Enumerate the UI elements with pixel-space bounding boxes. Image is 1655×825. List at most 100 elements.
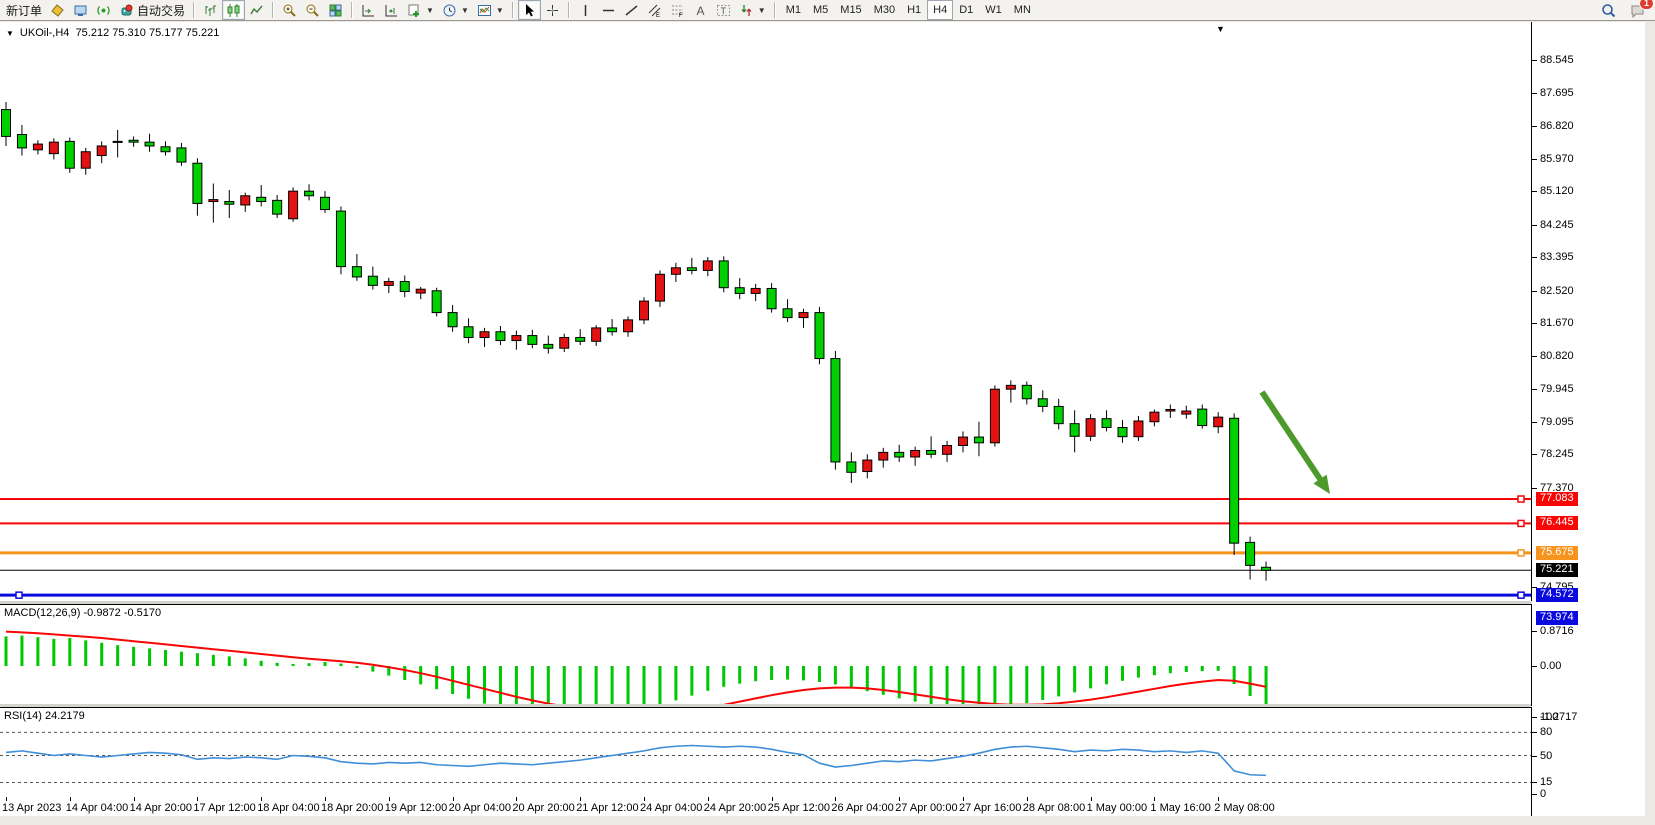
time-axis-label: 2 May 08:00: [1214, 802, 1275, 814]
candle-up: [959, 437, 968, 445]
timeframe-mn[interactable]: MN: [1008, 0, 1037, 20]
bar-chart-icon: [203, 3, 218, 18]
rsi-pane[interactable]: RSI(14) 24.2179: [0, 707, 1532, 798]
line-chart-icon: [249, 3, 264, 18]
axis-tick-mark: [1532, 126, 1537, 127]
notifications-button[interactable]: 1: [1626, 0, 1649, 20]
trendline-button[interactable]: [620, 0, 643, 20]
timeframe-m1[interactable]: M1: [780, 0, 807, 20]
candle-down: [65, 141, 74, 168]
fibonacci-button[interactable]: F: [666, 0, 689, 20]
new-chart-icon: [407, 3, 422, 18]
timeframe-m15[interactable]: M15: [834, 0, 867, 20]
search-button[interactable]: [1597, 0, 1620, 20]
candle-down: [831, 359, 840, 462]
notification-badge: 1: [1639, 0, 1654, 10]
data-window-button[interactable]: [69, 0, 92, 20]
time-tick-mark: [1218, 797, 1219, 801]
channel-button[interactable]: E: [643, 0, 666, 20]
candle-up: [81, 152, 90, 168]
signals-button[interactable]: [92, 0, 115, 20]
time-axis-label: 18 Apr 20:00: [321, 802, 383, 814]
timeframe-d1[interactable]: D1: [953, 0, 979, 20]
market-watch-button[interactable]: [46, 0, 69, 20]
candle-down: [815, 313, 824, 359]
candle-up: [416, 289, 425, 293]
candle-down: [273, 200, 282, 214]
candle-up: [624, 320, 633, 332]
price-axis-label: 85.970: [1540, 153, 1574, 165]
svg-text:T: T: [720, 6, 726, 16]
chevron-down-icon: ▼: [758, 6, 766, 15]
zoom-out-button[interactable]: [301, 0, 324, 20]
axis-tick-mark: [1532, 488, 1537, 489]
horizontal-line-button[interactable]: [597, 0, 620, 20]
time-tick-mark: [1154, 797, 1155, 801]
axis-tick-mark: [1532, 756, 1537, 757]
clock-icon: [442, 3, 457, 18]
time-axis-label: 26 Apr 04:00: [831, 802, 893, 814]
candle-down: [735, 288, 744, 294]
time-axis[interactable]: 13 Apr 202314 Apr 04:0014 Apr 20:0017 Ap…: [0, 797, 1532, 816]
rsi-line: [6, 745, 1266, 775]
auto-scroll-button[interactable]: [357, 0, 380, 20]
time-tick-mark: [70, 797, 71, 801]
candle-down: [257, 197, 266, 201]
axis-tick-mark: [1532, 60, 1537, 61]
line-chart-button[interactable]: [245, 0, 268, 20]
candle-down: [368, 276, 377, 285]
tile-windows-button[interactable]: [324, 0, 347, 20]
candle-down: [1262, 567, 1271, 570]
auto-trading-button[interactable]: 自动交易: [115, 0, 189, 20]
axis-tick-mark: [1532, 356, 1537, 357]
vertical-line-button[interactable]: [574, 0, 597, 20]
text-label-button[interactable]: T: [712, 0, 735, 20]
timeframe-m30[interactable]: M30: [868, 0, 901, 20]
crosshair-button[interactable]: [541, 0, 564, 20]
periods-button[interactable]: ▼: [438, 0, 473, 20]
time-tick-mark: [197, 797, 198, 801]
text-button[interactable]: A: [689, 0, 712, 20]
new-order-button[interactable]: 新订单: [2, 0, 46, 20]
zoom-out-icon: [305, 3, 320, 18]
candlestick-button[interactable]: [222, 0, 245, 20]
candle-up: [863, 460, 872, 471]
time-tick-mark: [389, 797, 390, 801]
candle-up: [209, 200, 218, 202]
fibonacci-icon: F: [670, 3, 685, 18]
axis-tick-mark: [1532, 323, 1537, 324]
bar-chart-button[interactable]: [199, 0, 222, 20]
new-chart-button[interactable]: ▼: [403, 0, 438, 20]
timeframe-h4[interactable]: H4: [927, 0, 953, 20]
chart-window: ▼ UKOil-,H4 75.212 75.310 75.177 75.221 …: [0, 21, 1655, 817]
chart-shift-button[interactable]: [380, 0, 403, 20]
macd-pane[interactable]: MACD(12,26,9) -0.9872 -0.5170: [0, 604, 1532, 706]
time-tick-mark: [899, 797, 900, 801]
time-tick-mark: [6, 797, 7, 801]
candle-down: [927, 450, 936, 454]
axis-tick-mark: [1532, 631, 1537, 632]
zoom-in-icon: [282, 3, 297, 18]
indicators-button[interactable]: ▼: [473, 0, 508, 20]
candle-up: [751, 288, 760, 293]
candle-down: [17, 134, 26, 147]
cursor-button[interactable]: [518, 0, 541, 20]
candle-down: [1054, 406, 1063, 423]
candle-down: [432, 291, 441, 313]
price-axis[interactable]: 88.54587.69586.82085.97085.12084.24583.3…: [1532, 22, 1645, 816]
zoom-in-button[interactable]: [278, 0, 301, 20]
broadcast-icon: [96, 3, 111, 18]
timeframe-h1[interactable]: H1: [901, 0, 927, 20]
price-pane[interactable]: ▼ UKOil-,H4 75.212 75.310 75.177 75.221 …: [0, 22, 1532, 601]
arrows-button[interactable]: ▼: [735, 0, 770, 20]
candle-up: [703, 261, 712, 271]
timeframe-m5[interactable]: M5: [807, 0, 834, 20]
timeframe-w1[interactable]: W1: [979, 0, 1008, 20]
price-axis-label: 79.095: [1540, 416, 1574, 428]
price-axis-label: 80.820: [1540, 350, 1574, 362]
toolbar-separator: [351, 2, 353, 18]
line-handle: [1518, 520, 1524, 526]
axis-tick-mark: [1532, 159, 1537, 160]
monitor-icon: [73, 3, 88, 18]
chart-shift-icon: [384, 3, 399, 18]
